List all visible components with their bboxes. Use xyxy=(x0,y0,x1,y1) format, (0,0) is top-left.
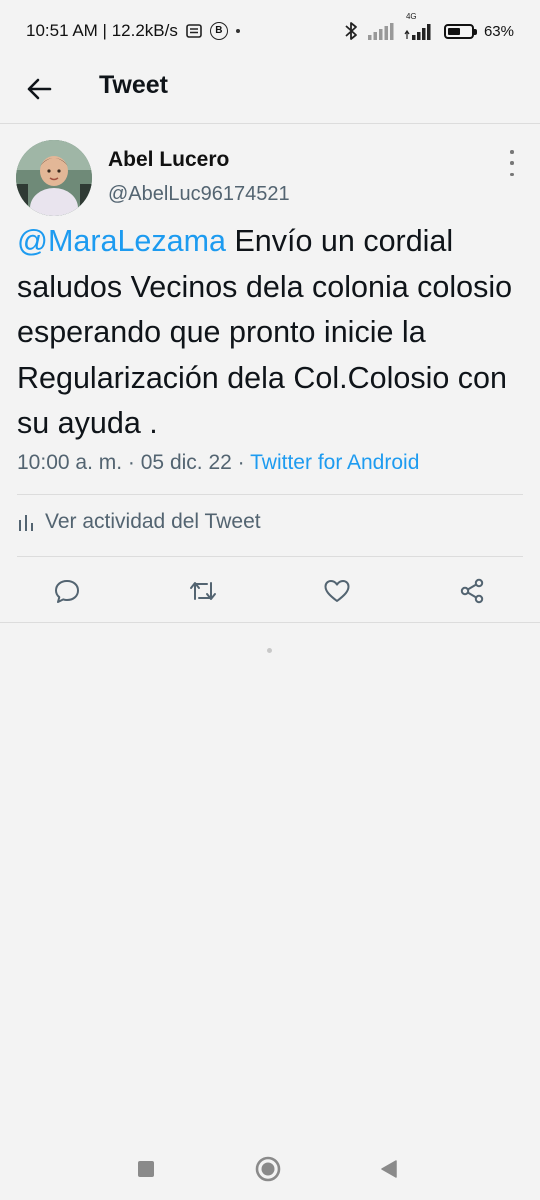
home-button[interactable] xyxy=(253,1154,283,1184)
share-button[interactable] xyxy=(457,576,487,606)
tweet-source-link[interactable]: Twitter for Android xyxy=(250,451,419,474)
system-nav-bar xyxy=(0,1136,540,1200)
network-label: 4G xyxy=(405,12,417,21)
avatar-photo xyxy=(16,140,92,216)
status-left: 10:51 AM | 12.2kB/s B xyxy=(26,21,240,41)
battery-percent: 63% xyxy=(483,22,514,40)
status-right: 4G 63% xyxy=(344,12,514,41)
retweet-button[interactable] xyxy=(188,576,218,606)
like-button[interactable] xyxy=(322,576,352,606)
recents-button[interactable] xyxy=(131,1154,161,1184)
home-circle-icon xyxy=(255,1156,281,1182)
more-vertical-icon xyxy=(510,150,514,154)
square-icon xyxy=(138,1161,154,1177)
tweet-time: 10:00 a. m. xyxy=(17,451,123,474)
meta-separator: · xyxy=(237,451,245,474)
back-arrow-icon xyxy=(27,78,52,100)
activity-divider xyxy=(17,556,523,557)
author-name[interactable]: Abel Lucero xyxy=(108,148,229,172)
signal-4g-icon: 4G xyxy=(404,12,434,40)
signal-icon xyxy=(367,22,394,40)
bluetooth-icon xyxy=(344,21,358,41)
reply-button[interactable] xyxy=(52,576,82,606)
mention-link[interactable]: @MaraLezama xyxy=(17,224,226,258)
analytics-icon xyxy=(19,515,33,531)
more-notifications-icon xyxy=(235,29,240,33)
loading-dot xyxy=(267,648,272,653)
tweet-text: @MaraLezama Envío un cordial saludos Vec… xyxy=(17,219,527,447)
avatar[interactable] xyxy=(16,140,92,216)
actions-divider xyxy=(0,622,540,623)
tweet-actions xyxy=(0,566,540,618)
author-handle[interactable]: @AbelLuc96174521 xyxy=(108,183,290,206)
status-time: 10:51 AM | 12.2kB/s xyxy=(26,21,178,40)
back-button[interactable] xyxy=(24,74,54,104)
meta-divider xyxy=(17,494,523,495)
tweet-meta: 10:00 a. m. · 05 dic. 22 · Twitter for A… xyxy=(17,451,419,475)
triangle-back-icon xyxy=(381,1160,397,1178)
page-title: Tweet xyxy=(99,71,168,99)
back-nav-button[interactable] xyxy=(374,1154,404,1184)
view-activity-label: Ver actividad del Tweet xyxy=(45,510,261,533)
share-icon xyxy=(460,578,484,604)
retweet-icon xyxy=(190,582,216,600)
notification-icon xyxy=(186,24,202,38)
like-icon xyxy=(324,580,350,602)
view-activity-button[interactable]: Ver actividad del Tweet xyxy=(17,510,261,534)
b-circle-icon: B xyxy=(209,22,228,40)
top-app-bar: Tweet xyxy=(0,62,540,122)
tweet-date: 05 dic. 22 xyxy=(140,451,232,474)
battery-level xyxy=(447,27,461,35)
meta-separator: · xyxy=(127,451,135,474)
reply-icon xyxy=(55,580,79,603)
header-divider xyxy=(0,123,540,124)
more-options-button[interactable] xyxy=(505,150,519,176)
battery-icon xyxy=(443,23,477,39)
status-bar: 10:51 AM | 12.2kB/s B 4G 63% xyxy=(0,0,540,62)
